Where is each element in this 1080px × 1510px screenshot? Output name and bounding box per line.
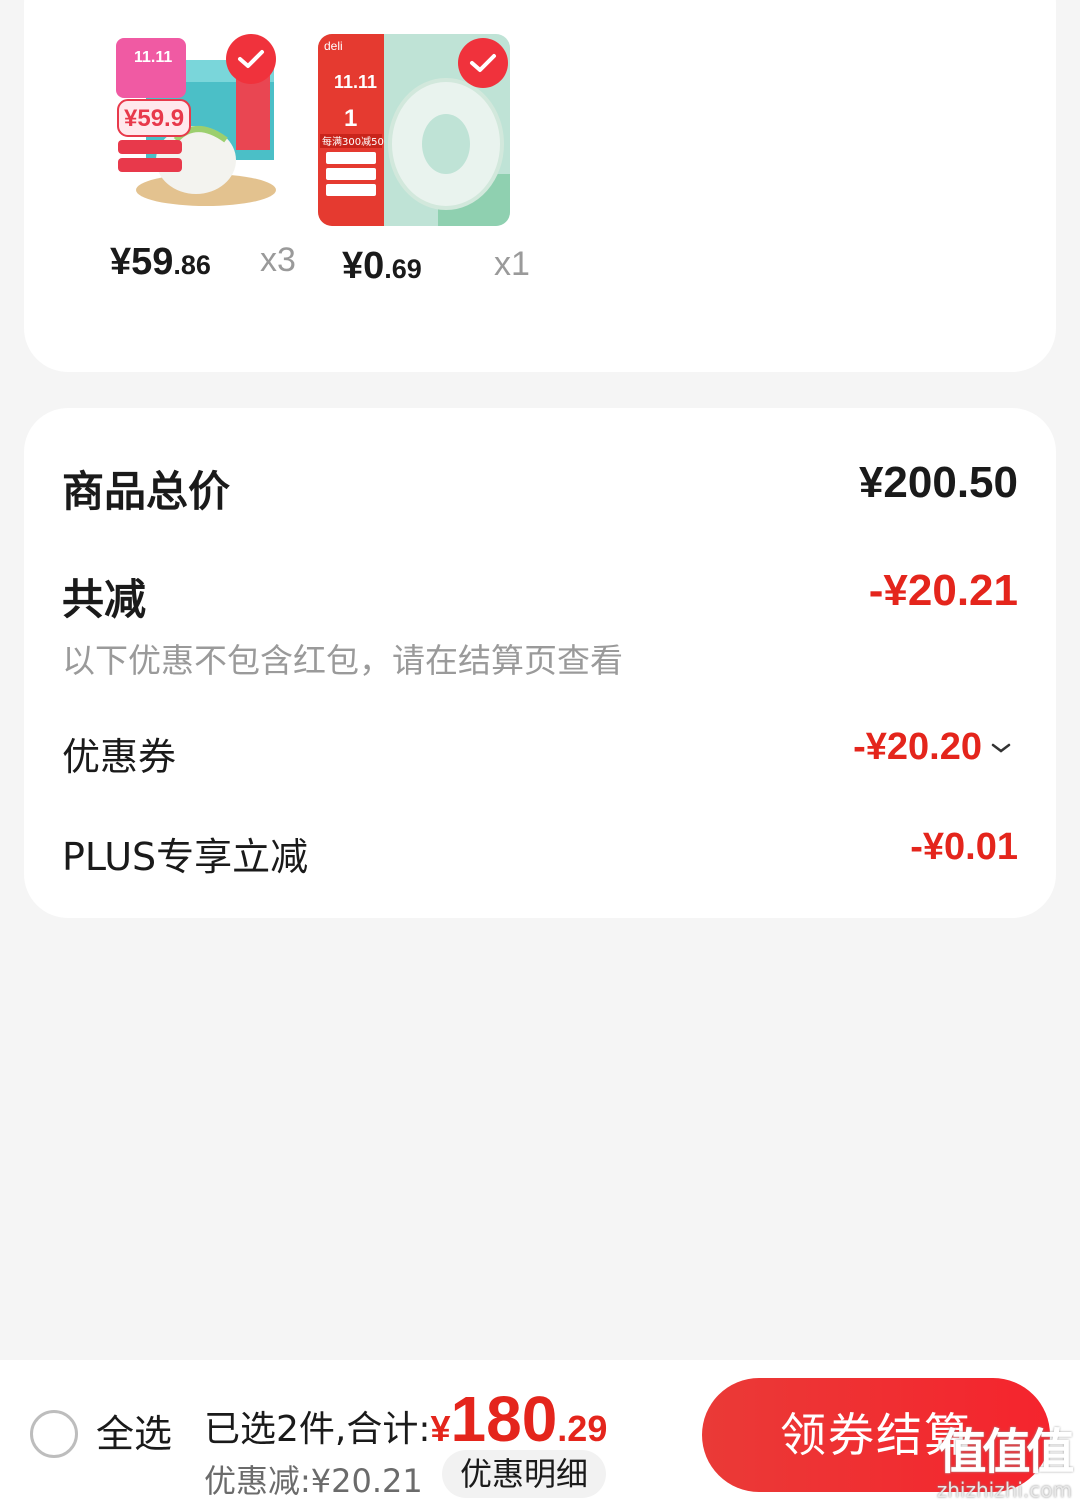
product-image[interactable]: deli 11.11 1 每满300减50 (318, 34, 510, 226)
total-reduction-label: 共减 (62, 575, 147, 624)
chevron-down-icon (991, 743, 1011, 753)
svg-text:11.11: 11.11 (134, 49, 172, 66)
coupon-value: -¥20.20 (853, 726, 982, 768)
product-item[interactable]: deli 11.11 1 每满300减50 ¥0.69 x1 (318, 34, 530, 287)
product-quantity: x1 (494, 245, 530, 283)
select-all-label[interactable]: 全选 (96, 1410, 172, 1458)
product-price: ¥59.86 (110, 236, 211, 291)
selected-products-card: 11.11 ¥59.9 ¥59.86 x3 deli 11.11 1 每满300… (24, 0, 1056, 372)
checked-icon[interactable] (458, 38, 508, 88)
price-decimal: .69 (384, 254, 422, 284)
price-summary-card: 商品总价 ¥200.50 共减 -¥20.21 以下优惠不包含红包，请在结算页查… (24, 408, 1056, 918)
coupon-label: 优惠券 (62, 735, 177, 779)
total-integer: 180 (450, 1383, 558, 1455)
total-decimal: .29 (557, 1408, 608, 1449)
price-integer: ¥59 (110, 241, 174, 283)
watermark-url: zhizhizhi.com (936, 1478, 1072, 1502)
total-reduction-value: -¥20.21 (868, 566, 1018, 615)
coupon-row-toggle[interactable]: -¥20.20 (853, 726, 1012, 769)
checked-icon[interactable] (226, 34, 276, 84)
selected-total: 已选2件,合计:¥180.29 (204, 1382, 607, 1456)
select-all-radio[interactable] (30, 1410, 78, 1458)
svg-text:¥59.9: ¥59.9 (124, 105, 184, 132)
discount-detail-button[interactable]: 优惠明细 (442, 1450, 607, 1498)
price-decimal: .86 (173, 250, 211, 280)
product-item[interactable]: 11.11 ¥59.9 ¥59.86 x3 (86, 30, 296, 283)
goods-total-value: ¥200.50 (858, 458, 1018, 507)
svg-text:1: 1 (344, 105, 357, 132)
product-price: ¥0.69 (342, 240, 422, 295)
site-watermark: 值值值 zhizhizhi.com (936, 1424, 1075, 1502)
total-currency: ¥ (430, 1408, 451, 1449)
plus-discount-value: -¥0.01 (910, 826, 1018, 868)
discount-note: 以下优惠不包含红包，请在结算页查看 (62, 641, 623, 680)
svg-text:每满300减50: 每满300减50 (322, 135, 384, 148)
saved-amount: 优惠减:¥20.21 (204, 1462, 423, 1500)
goods-total-label: 商品总价 (62, 467, 231, 516)
svg-text:deli: deli (324, 39, 343, 53)
svg-text:11.11: 11.11 (334, 72, 377, 92)
selected-count-text: 已选2件,合计: (204, 1409, 431, 1450)
product-image[interactable]: 11.11 ¥59.9 (86, 30, 278, 222)
plus-discount-label: PLUS专享立减 (62, 835, 309, 879)
watermark-logo: 值值值 (938, 1424, 1074, 1480)
price-integer: ¥0 (342, 245, 385, 287)
checkout-bar: 全选 已选2件,合计:¥180.29 优惠减:¥20.21 优惠明细 领券结算 … (0, 1360, 1080, 1510)
product-quantity: x3 (260, 241, 296, 279)
